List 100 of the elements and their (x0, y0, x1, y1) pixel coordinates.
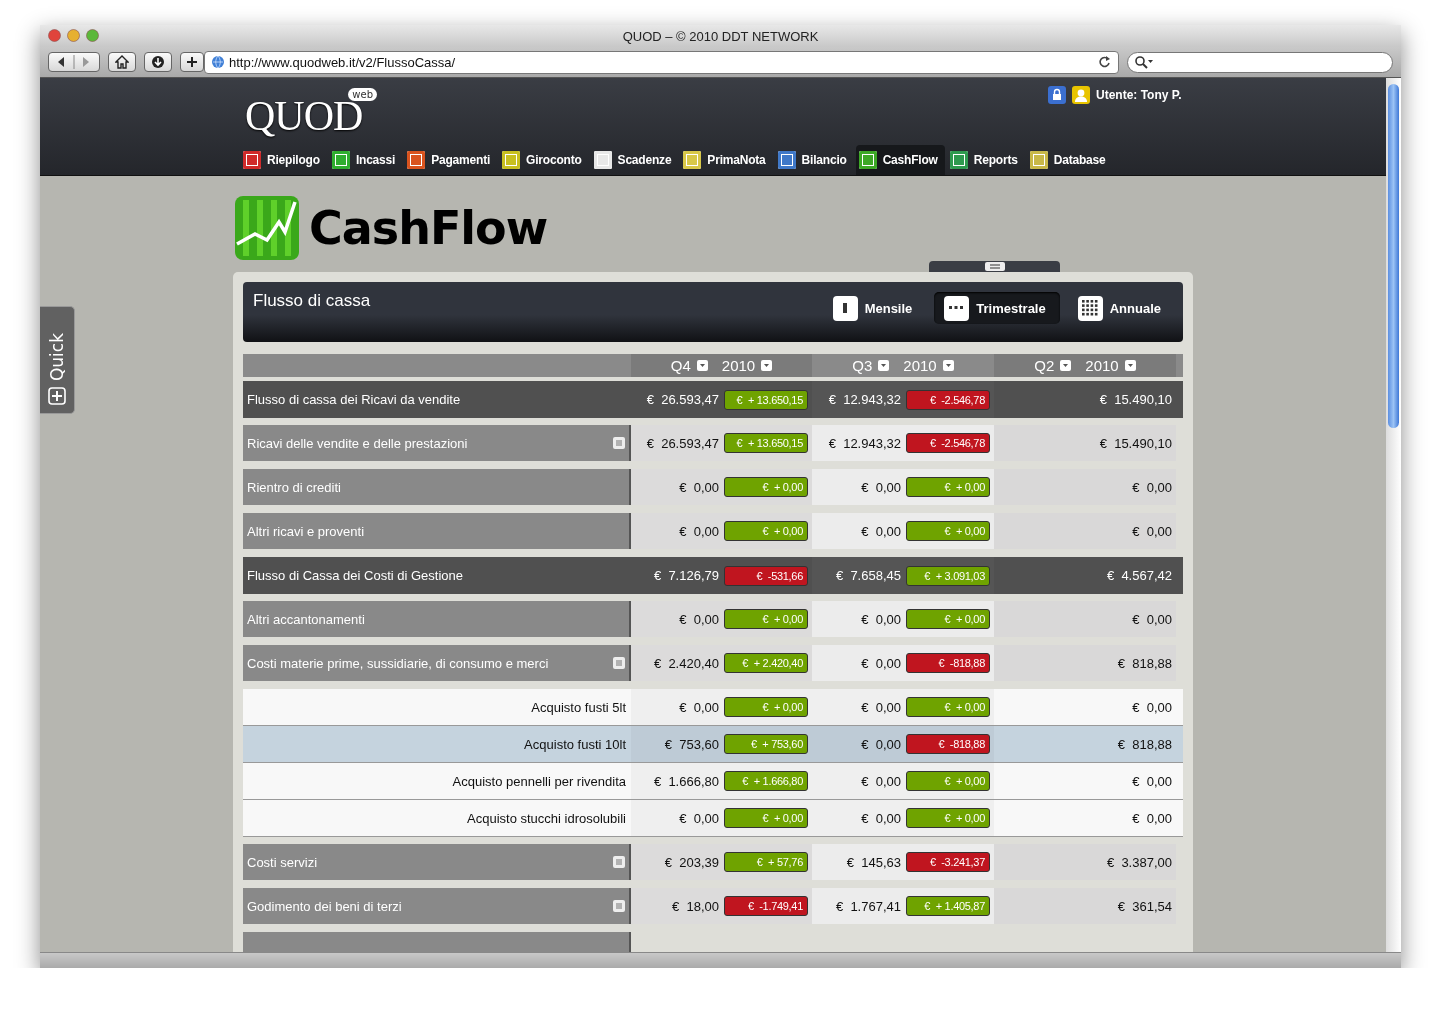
download-icon (151, 55, 165, 69)
period-tab[interactable]: Trimestrale (934, 292, 1060, 324)
row-label: Costi materie prime, sussidiarie, di consumo e merci (247, 655, 550, 671)
row-header[interactable]: Costi servizi (243, 844, 631, 880)
category-row[interactable]: Altri ricavi e proventi € 0,00 € + 0,00 € 0,00 € + 0,00 € 0,00 (243, 513, 1183, 549)
row-label: Altri accantonamenti (247, 611, 366, 627)
add-icon (185, 55, 199, 69)
dropdown-icon[interactable] (1060, 360, 1072, 371)
amount: € 0,00 (861, 523, 901, 539)
dropdown-icon[interactable] (942, 360, 954, 371)
search-icon (1134, 55, 1154, 69)
change-badge: € + 0,00 (724, 477, 808, 497)
nav-tab[interactable]: Scadenze (590, 145, 679, 175)
category-row[interactable]: Ricavi delle vendite e delle prestazioni € 26.593,47 € + 13.650,15 € 12.943,32 € -2.546,78 € 15.490,10 (243, 425, 1183, 461)
amount: € 0,00 (861, 810, 901, 826)
amount: € 203,39 (664, 854, 719, 870)
table-row[interactable]: Acquisto pennelli per rivendita € 1.666,80 € + 1.666,80 € 0,00 € + 0,00 € 0,00 (243, 763, 1183, 800)
row-header[interactable]: Godimento dei beni di terzi (243, 888, 631, 924)
lock-icon[interactable] (1048, 86, 1066, 104)
quick-tab[interactable]: Quick (40, 306, 75, 414)
page-title: CashFlow (309, 201, 548, 255)
nav-tab[interactable]: Incassi (328, 145, 403, 175)
dropdown-icon[interactable] (878, 360, 890, 371)
dropdown-icon[interactable] (1124, 360, 1136, 371)
row-header[interactable]: Ricavi delle vendite e delle prestazioni (243, 425, 631, 461)
amount: € 0,00 (1132, 699, 1172, 715)
close-icon[interactable] (48, 29, 61, 42)
zoom-icon[interactable] (86, 29, 99, 42)
row-label: Acquisto fusti 10lt (524, 736, 626, 752)
amount: € 3.387,00 (1106, 854, 1172, 870)
amount: € 26.593,47 (646, 392, 719, 407)
amount: € 7.126,79 (653, 568, 719, 583)
minimize-icon[interactable] (67, 29, 80, 42)
column-year: 2010 (1085, 357, 1119, 374)
nav-tab[interactable]: Reports (946, 145, 1025, 175)
home-button[interactable] (108, 52, 136, 72)
panel-handle[interactable] (929, 261, 1060, 272)
change-badge: € -818,88 (906, 653, 990, 673)
quick-label: Quick (47, 332, 67, 381)
plus-icon (48, 387, 66, 405)
amount: € 15.490,10 (1099, 392, 1172, 407)
table-row[interactable]: Acquisto stucchi idrosolubili € 0,00 € + 0,00 € 0,00 € + 0,00 € 0,00 (243, 800, 1183, 837)
row-header[interactable]: Rientro di crediti (243, 469, 631, 505)
change-badge: € -1.749,41 (724, 896, 808, 916)
period-tab[interactable]: Annuale (1067, 292, 1175, 324)
change-badge: € + 0,00 (906, 609, 990, 629)
amount: € 0,00 (1132, 479, 1172, 495)
nav-tab[interactable]: Riepilogo (240, 145, 327, 175)
amount: € 0,00 (861, 773, 901, 789)
nav-tab[interactable]: Giroconto (499, 145, 589, 175)
scrollbar[interactable] (1386, 78, 1401, 952)
download-button[interactable] (144, 52, 172, 72)
category-row[interactable]: Rientro di crediti € 0,00 € + 0,00 € 0,00 € + 0,00 € 0,00 (243, 469, 1183, 505)
change-badge: € + 0,00 (906, 771, 990, 791)
column-quarter: Q3 (852, 357, 873, 374)
amount: € 7.658,45 (835, 568, 901, 583)
back-forward-button[interactable] (48, 52, 100, 72)
dropdown-icon[interactable] (696, 360, 708, 371)
change-badge: € + 0,00 (724, 521, 808, 541)
amount: € 4.567,42 (1106, 568, 1172, 583)
category-row[interactable]: Costi materie prime, sussidiarie, di consumo e merci € 2.420,40 € + 2.420,40 € 0,00 € -818,88 € 818,88 (243, 645, 1183, 681)
user-name: Utente: Tony P. (1096, 88, 1182, 102)
category-row[interactable]: Godimento dei beni di terzi € 18,00 € -1.749,41 € 1.767,41 € + 1.405,87 € 361,54 (243, 888, 1183, 924)
change-badge: € + 0,00 (906, 697, 990, 717)
change-badge: € + 0,00 (906, 808, 990, 828)
amount: € 15.490,10 (1099, 435, 1172, 451)
column-quarter: Q4 (670, 357, 691, 374)
menu-icon (983, 261, 1006, 272)
row-label: Acquisto fusti 5lt (531, 699, 626, 715)
category-row[interactable]: Altri accantonamenti € 0,00 € + 0,00 € 0,00 € + 0,00 € 0,00 (243, 601, 1183, 637)
column-quarter: Q2 (1034, 357, 1055, 374)
table-row[interactable]: Acquisto fusti 10lt € 753,60 € + 753,60 € 0,00 € -818,88 € 818,88 (243, 726, 1183, 763)
amount: € 0,00 (861, 699, 901, 715)
add-button[interactable] (180, 52, 204, 72)
change-badge: € + 0,00 (724, 808, 808, 828)
table-row[interactable]: Acquisto fusti 5lt € 0,00 € + 0,00 € 0,00 € + 0,00 € 0,00 (243, 689, 1183, 726)
row-header[interactable]: Costi materie prime, sussidiarie, di consumo e merci (243, 645, 631, 681)
nav-tab[interactable]: PrimaNota (680, 145, 773, 175)
address-field[interactable]: http://www.quodweb.it/v2/FlussoCassa/ (204, 50, 1119, 74)
dropdown-icon[interactable] (761, 360, 773, 371)
change-badge: € + 0,00 (724, 697, 808, 717)
row-header[interactable]: Altri accantonamenti (243, 601, 631, 637)
amount: € 0,00 (861, 736, 901, 752)
nav-tab[interactable]: Bilancio (774, 145, 854, 175)
change-badge: € + 1.666,80 (724, 771, 808, 791)
change-badge: € -818,88 (906, 734, 990, 754)
amount: € 18,00 (672, 898, 719, 914)
amount: € 2.420,40 (653, 655, 719, 671)
change-badge: € + 13.650,15 (724, 433, 808, 453)
nav-tab[interactable]: Pagamenti (404, 145, 498, 175)
period-tab[interactable]: Mensile (822, 292, 927, 324)
change-badge: € + 1.405,87 (906, 896, 990, 916)
nav-tab[interactable]: Database (1026, 145, 1113, 175)
row-header[interactable]: Altri ricavi e proventi (243, 513, 631, 549)
search-field[interactable] (1127, 51, 1393, 73)
reload-icon[interactable] (1098, 55, 1112, 69)
category-row[interactable]: Costi servizi € 203,39 € + 57,76 € 145,63 € -3.241,37 € 3.387,00 (243, 844, 1183, 880)
scroll-thumb[interactable] (1388, 84, 1399, 428)
change-badge: € + 2.420,40 (724, 653, 808, 673)
nav-tab[interactable]: CashFlow (855, 145, 945, 175)
